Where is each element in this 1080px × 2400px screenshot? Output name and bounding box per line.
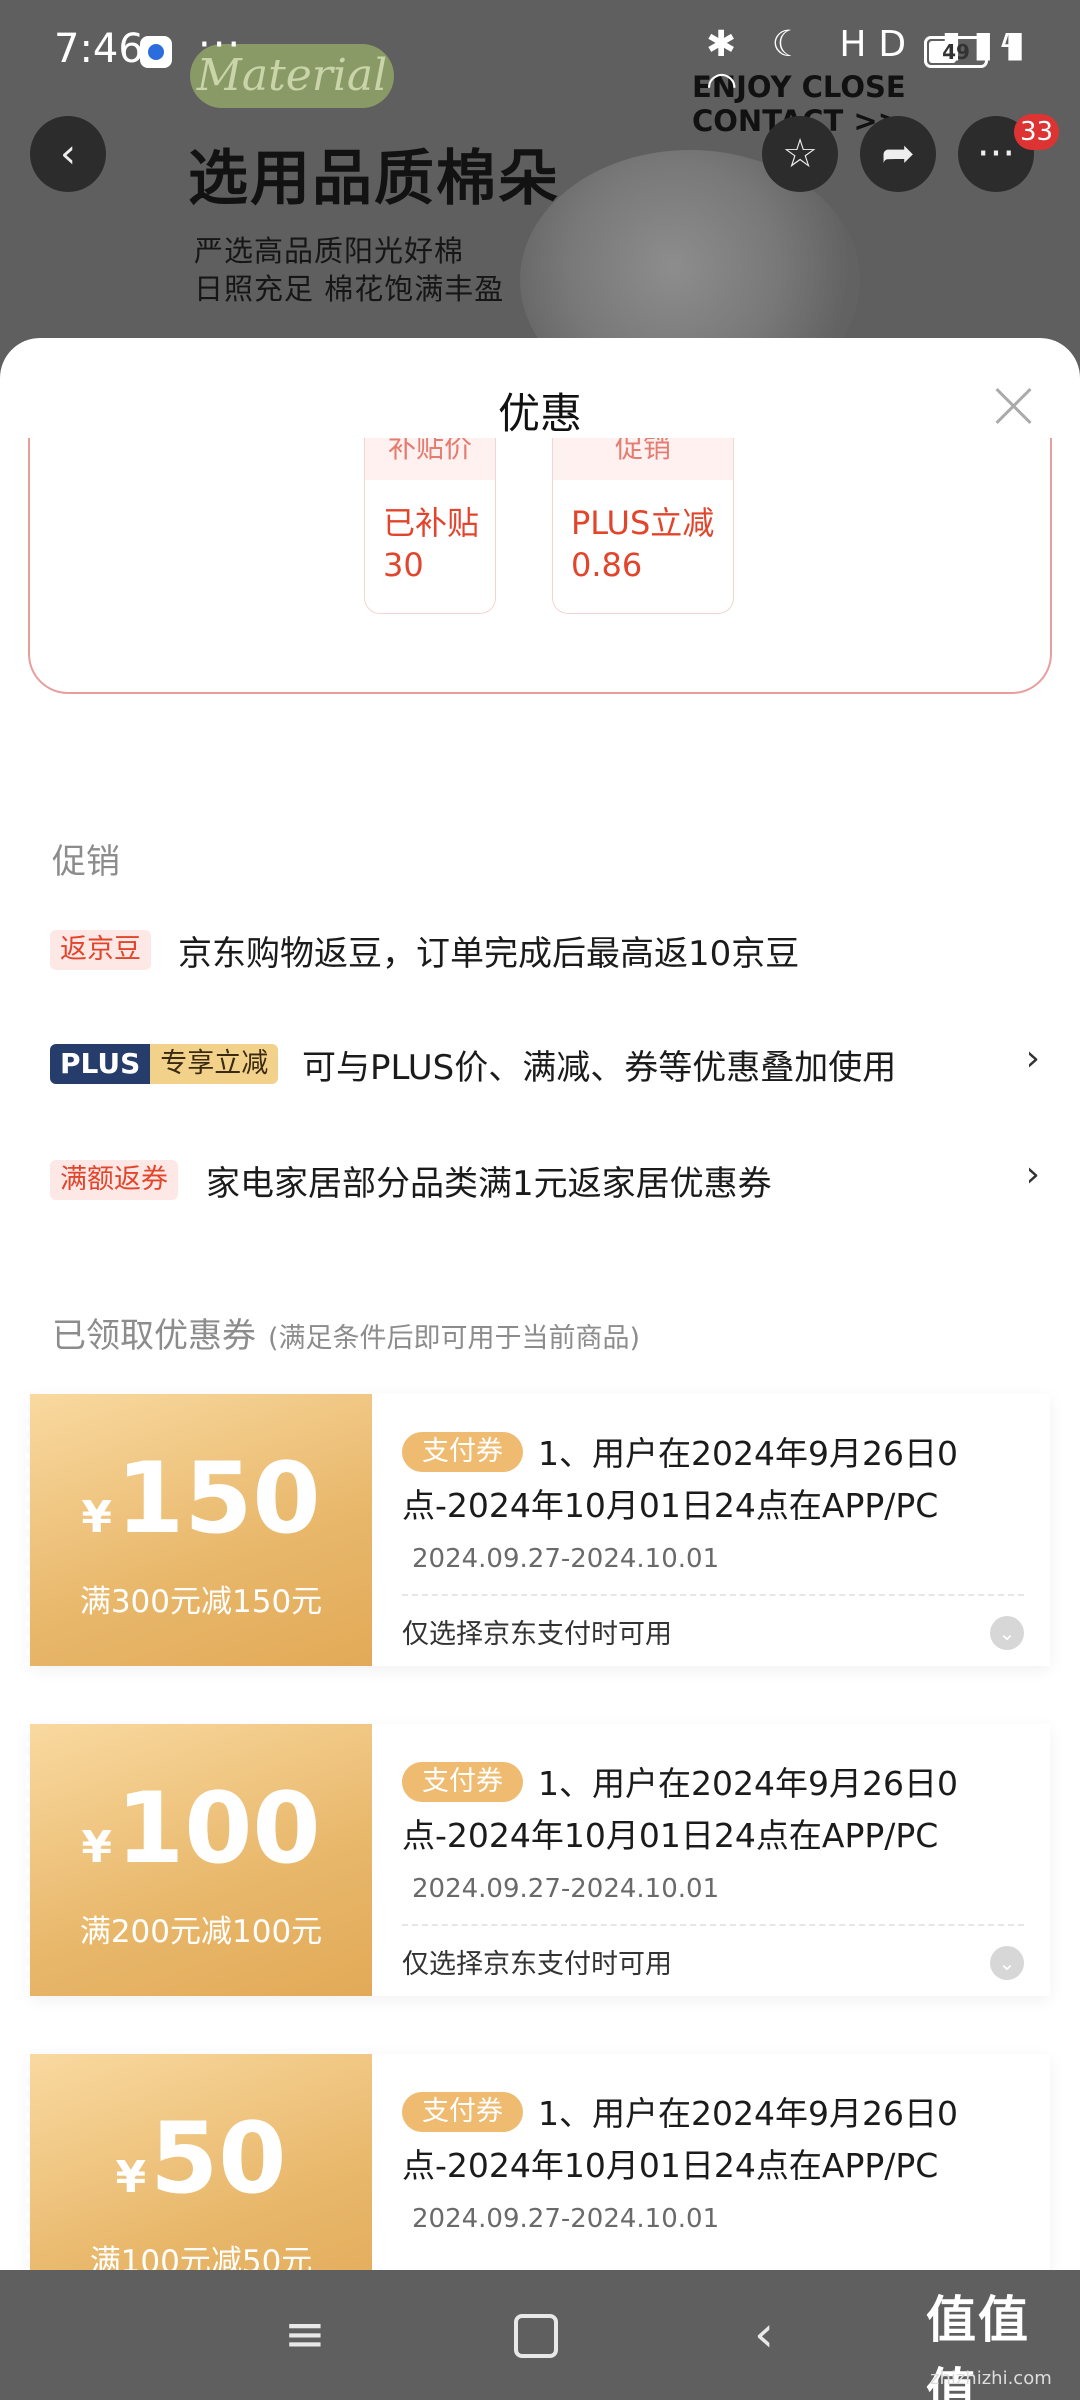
- banner-headline: 选用品质棉朵: [188, 144, 560, 214]
- home-icon[interactable]: [514, 2314, 558, 2358]
- share-icon[interactable]: ➦: [860, 116, 936, 192]
- subsidy-chip[interactable]: 补贴价 已补贴 30: [364, 438, 496, 614]
- coupon-value-panel: ¥150 满300元减150元: [26, 1394, 372, 1666]
- promo-section-title: 促销: [52, 842, 120, 882]
- message-count-badge: 33: [1014, 114, 1060, 150]
- battery-percent: 49: [942, 40, 970, 64]
- divider: [402, 1924, 1024, 1926]
- plus-tag: PLUS 专享立减: [50, 1044, 279, 1084]
- banner-subline-2: 日照充足 棉花饱满丰盈: [194, 272, 505, 306]
- chip-head: 补贴价: [365, 438, 495, 480]
- bolt-icon: ϟ: [998, 28, 1021, 68]
- chip-line-1: PLUS立减: [571, 504, 715, 542]
- coupon-amount-value: 50: [150, 2102, 287, 2216]
- back-icon[interactable]: ‹: [754, 2304, 774, 2364]
- status-icons: ✱ ☾ HD ▮▮▮ ◠: [706, 24, 1037, 106]
- sheet-title: 优惠: [497, 389, 582, 438]
- chip-line-2: 30: [383, 546, 424, 584]
- coupon-condition: 满300元减150元: [79, 1584, 323, 1620]
- promo-text: 家电家居部分品类满1元返家居优惠券: [206, 1164, 772, 1204]
- coupon-dates: 2024.09.27-2024.10.01: [412, 1874, 720, 1904]
- currency-symbol: ¥: [81, 1822, 113, 1873]
- coupon-amount-value: 150: [116, 1442, 321, 1556]
- coupon-dates: 2024.09.27-2024.10.01: [412, 2204, 720, 2234]
- system-nav-bar: ≡ ‹: [0, 2270, 1080, 2400]
- menu-icon[interactable]: ≡: [284, 2304, 326, 2364]
- coupon-note: 仅选择京东支付时可用: [402, 1619, 672, 1650]
- currency-symbol: ¥: [115, 2152, 147, 2203]
- promo-tag: 满额返券: [50, 1160, 178, 1200]
- price-card: 补贴价 已补贴 30 促销 PLUS立减 0.86: [28, 438, 1052, 694]
- back-button[interactable]: ‹: [30, 116, 106, 192]
- coupon-amount-value: 100: [116, 1772, 321, 1886]
- coupon-section-title: 已领取优惠券 (满足条件后即可用于当前商品): [52, 1308, 640, 1357]
- coupon-section-note: (满足条件后即可用于当前商品): [268, 1323, 641, 1354]
- coupon-condition: 满200元减100元: [79, 1914, 323, 1950]
- coupon-card[interactable]: ¥100 满200元减100元 1、用户在2024年9月26日0点-2024年1…: [26, 1724, 1050, 1996]
- currency-symbol: ¥: [81, 1492, 113, 1543]
- coupon-amount: ¥100: [30, 1774, 372, 1903]
- promo-row-jingdou: 返京豆 京东购物返豆，订单完成后最高返10京豆: [50, 920, 1040, 980]
- divider: [402, 1594, 1024, 1596]
- chevron-right-icon: ›: [1025, 1038, 1040, 1079]
- promo-row-plus[interactable]: PLUS 专享立减 可与PLUS价、满减、券等优惠叠加使用 ›: [50, 1034, 1040, 1094]
- coupon-amount: ¥150: [30, 1444, 372, 1573]
- coupon-detail: 1、用户在2024年9月26日0点-2024年10月01日24点在APP/PC商…: [372, 2054, 1050, 2272]
- battery-icon: 49: [924, 36, 988, 68]
- coupon-detail: 1、用户在2024年9月26日0点-2024年10月01日24点在APP/PC商…: [372, 1724, 1050, 1996]
- coupon-condition: 满100元减50元: [89, 2244, 313, 2272]
- coupon-note: 仅选择京东支付时可用: [402, 1949, 672, 1980]
- coupon-section-heading: 已领取优惠券: [52, 1316, 256, 1356]
- clock: 7:46: [54, 26, 144, 72]
- chip-head: 促销: [553, 438, 733, 480]
- promo-chip[interactable]: 促销 PLUS立减 0.86: [552, 438, 734, 614]
- chip-line-2: 0.86: [571, 546, 643, 584]
- banner-subline-1: 严选高品质阳光好棉: [194, 234, 465, 268]
- promo-text: 京东购物返豆，订单完成后最高返10京豆: [178, 934, 800, 974]
- coupon-detail: 1、用户在2024年9月26日0点-2024年10月01日24点在APP/PC商…: [372, 1394, 1050, 1666]
- offers-sheet: 优惠 补贴价 已补贴 30 促销 PLUS立减 0.86 促销 返京豆 京东购物…: [0, 338, 1080, 2272]
- plus-tag-label: PLUS: [50, 1044, 151, 1084]
- close-icon[interactable]: [992, 384, 1036, 428]
- chip-line-1: 已补贴: [383, 504, 480, 542]
- chevron-down-icon[interactable]: ⌄: [990, 1946, 1024, 1980]
- notification-app-icon: [140, 36, 172, 68]
- watermark-url: zhizhizhi.com: [930, 2368, 1052, 2389]
- coupon-value-panel: ¥50 满100元减50元: [26, 2054, 372, 2272]
- favorite-icon[interactable]: ☆: [762, 116, 838, 192]
- promo-tag: 返京豆: [50, 930, 151, 970]
- plus-tag-desc: 专享立减: [150, 1044, 279, 1084]
- coupon-dates: 2024.09.27-2024.10.01: [412, 1544, 720, 1574]
- coupon-card[interactable]: ¥150 满300元减150元 1、用户在2024年9月26日0点-2024年1…: [26, 1394, 1050, 1666]
- coupon-type-tag: 支付券: [402, 1432, 523, 1472]
- coupon-type-tag: 支付券: [402, 1762, 523, 1802]
- promo-text: 可与PLUS价、满减、券等优惠叠加使用: [302, 1048, 897, 1088]
- chevron-right-icon: ›: [1025, 1154, 1040, 1195]
- coupon-value-panel: ¥100 满200元减100元: [26, 1724, 372, 1996]
- promo-row-coupon-return[interactable]: 满额返券 家电家居部分品类满1元返家居优惠券 ›: [50, 1150, 1040, 1210]
- coupon-amount: ¥50: [30, 2104, 372, 2233]
- coupon-card[interactable]: ¥50 满100元减50元 1、用户在2024年9月26日0点-2024年10月…: [26, 2054, 1050, 2272]
- coupon-type-tag: 支付券: [402, 2092, 523, 2132]
- status-bar: 7:46 ··· ✱ ☾ HD ▮▮▮ ◠ 49 ϟ: [0, 0, 1080, 106]
- chevron-down-icon[interactable]: ⌄: [990, 1616, 1024, 1650]
- more-notifications-icon: ···: [198, 22, 243, 68]
